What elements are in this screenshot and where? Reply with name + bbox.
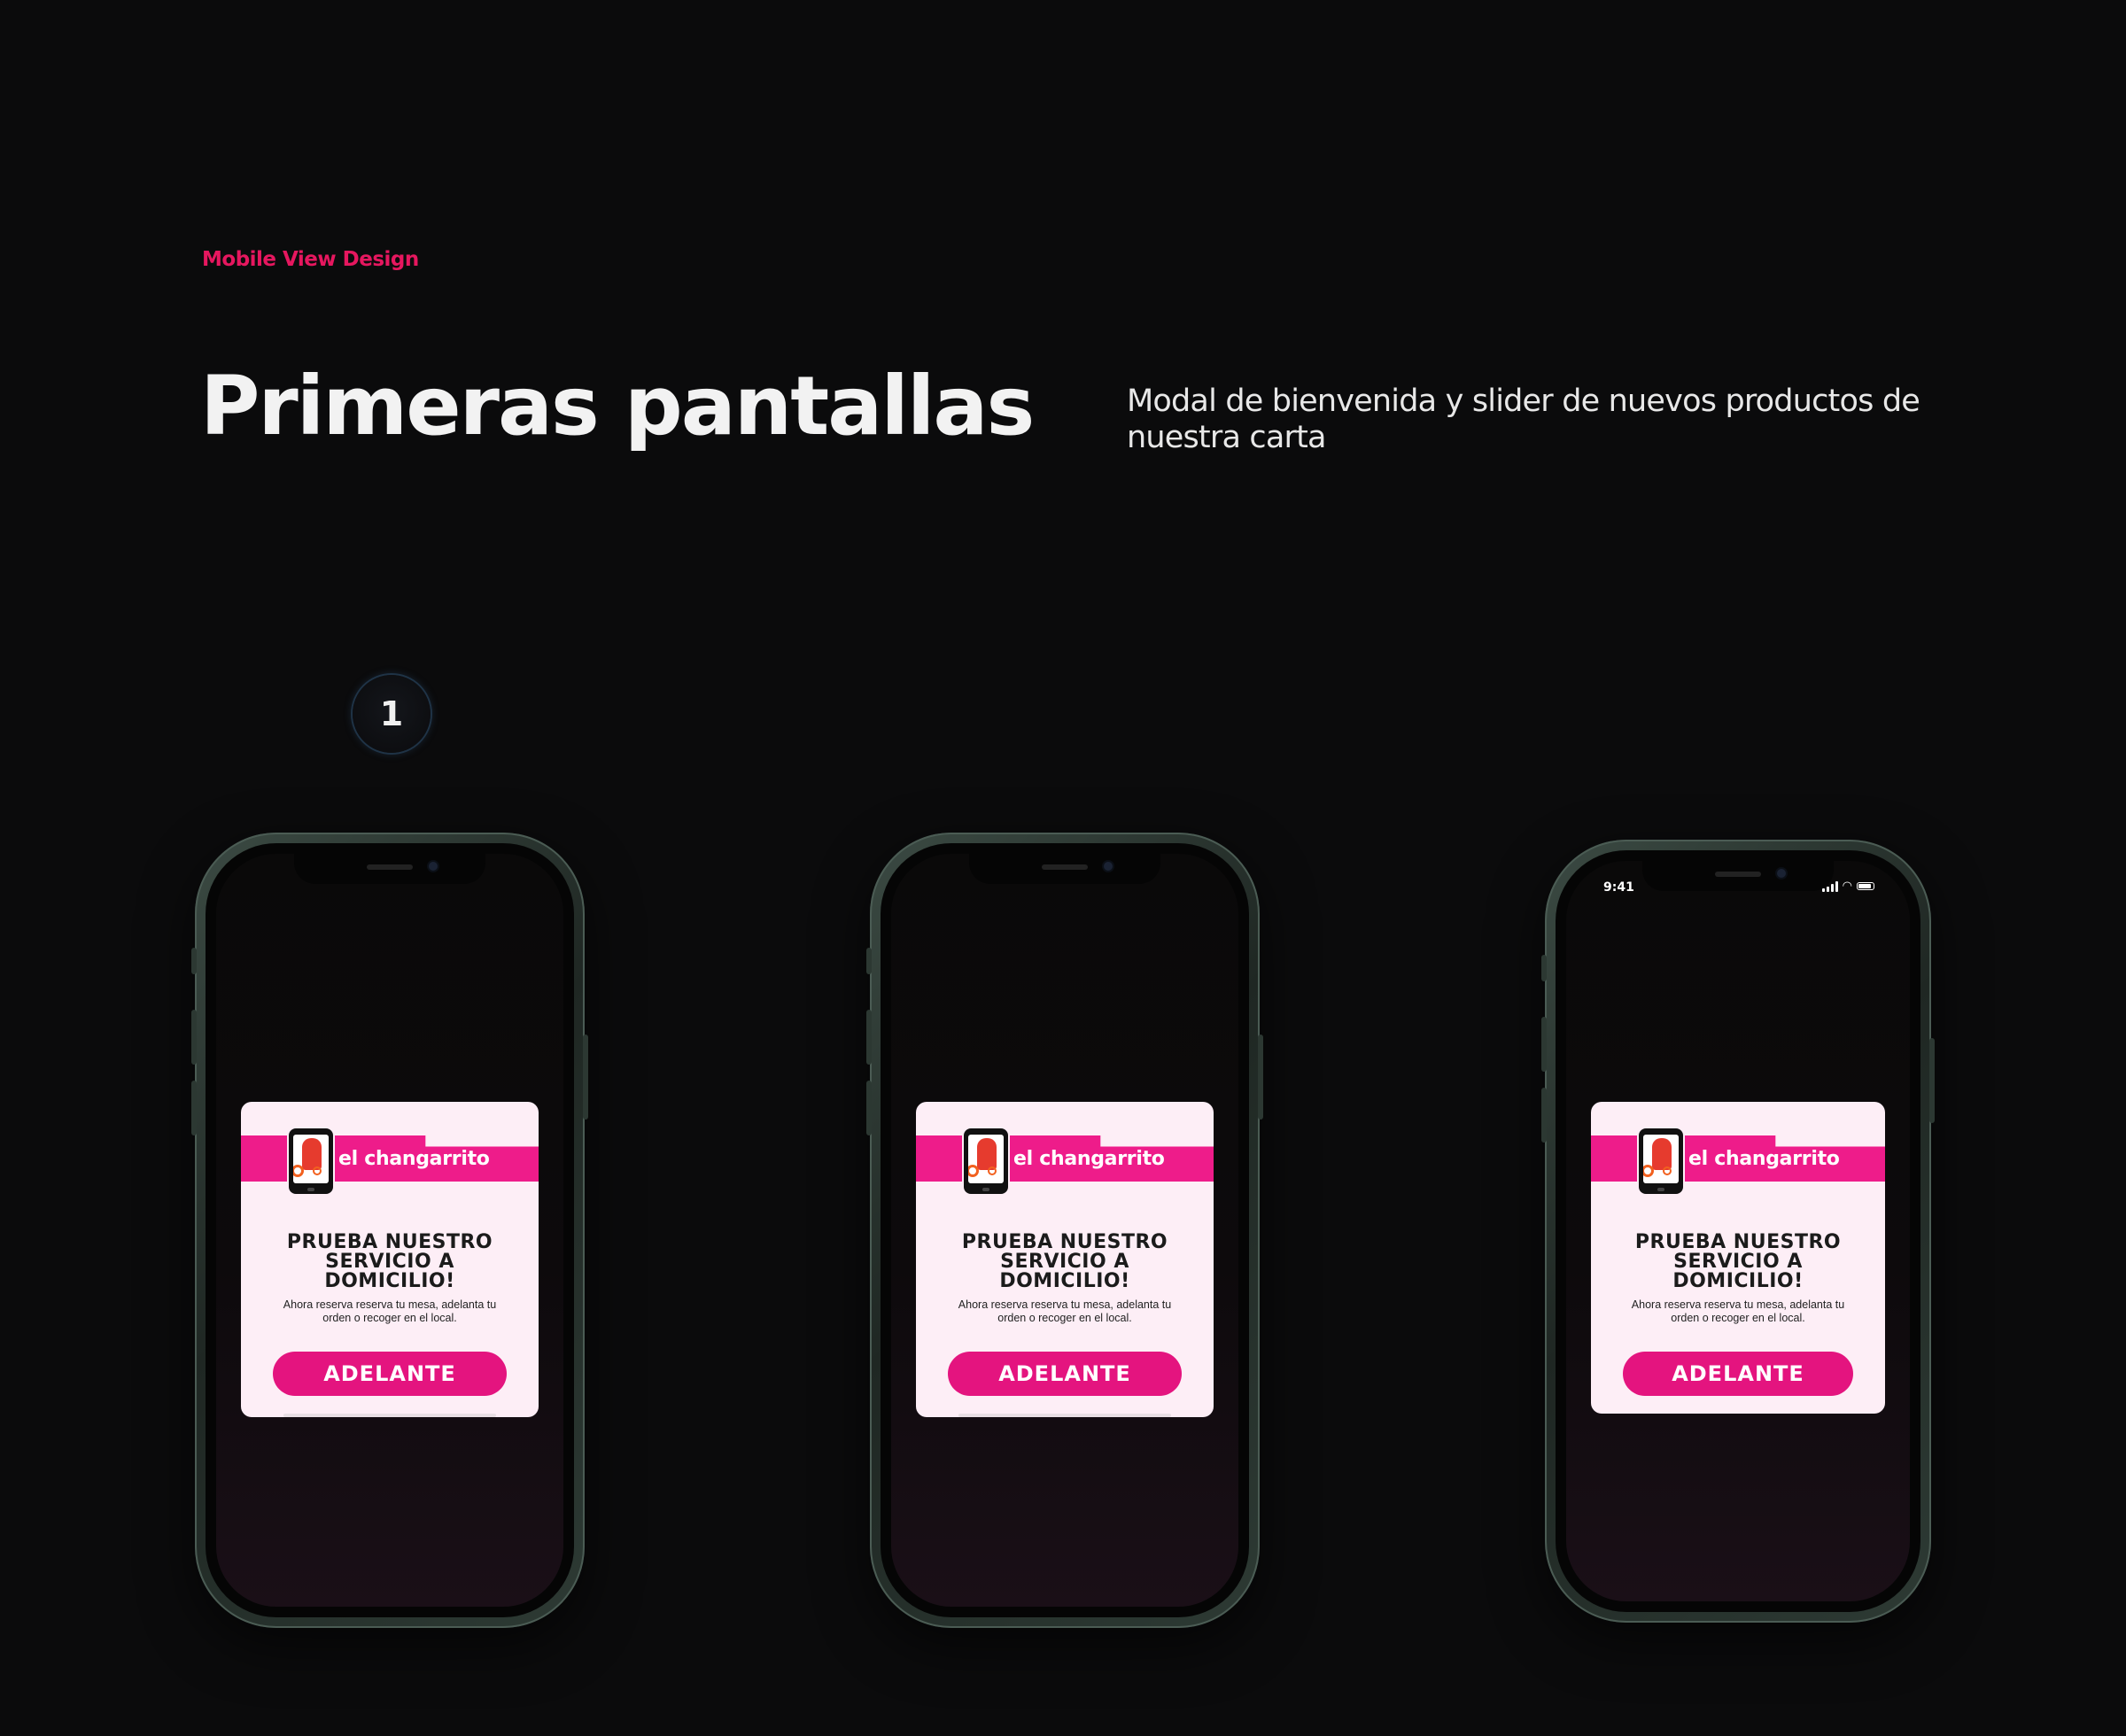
changarrito-logo-icon (964, 1128, 1008, 1194)
step-badge: 1 (353, 675, 431, 753)
front-camera-icon (1104, 862, 1113, 871)
page-subtitle: Modal de bienvenida y slider de nuevos p… (1127, 384, 1920, 455)
phone-screen-2: el changarrito PRUEBA NUESTRO SERVICIO A… (891, 854, 1238, 1607)
brand-name: el changarrito (1013, 1148, 1165, 1170)
changarrito-logo-icon (289, 1128, 333, 1194)
status-icons: ◠ (1821, 880, 1874, 893)
adelante-button[interactable]: ADELANTE (273, 1352, 507, 1396)
status-time: 9:41 (1603, 880, 1634, 895)
speaker (1715, 872, 1761, 877)
brand-name: el changarrito (338, 1148, 490, 1170)
speaker (367, 864, 413, 870)
notch (969, 854, 1160, 884)
welcome-modal: el changarrito PRUEBA NUESTRO SERVICIO A… (916, 1102, 1214, 1417)
modal-body: Ahora reserva reserva tu mesa, adelanta … (1631, 1298, 1845, 1324)
modal-headline: PRUEBA NUESTRO SERVICIO A DOMICILIO! (961, 1231, 1168, 1292)
front-camera-icon (429, 862, 438, 871)
notch (294, 854, 485, 884)
phone-mockup-3: 9:41 ◠ el changarrito PRUEBA NUESTRO SER… (1541, 840, 1935, 1623)
eyebrow-label: Mobile View Design (202, 248, 419, 271)
modal-headline: PRUEBA NUESTRO SERVICIO A DOMICILIO! (286, 1231, 493, 1292)
battery-icon (1857, 882, 1874, 890)
modal-scroll-indicator (283, 1414, 496, 1417)
modal-body: Ahora reserva reserva tu mesa, adelanta … (958, 1298, 1172, 1324)
notch (1642, 861, 1834, 891)
brand-name: el changarrito (1688, 1148, 1840, 1170)
changarrito-logo-icon (1639, 1128, 1683, 1194)
wifi-icon: ◠ (1842, 880, 1852, 893)
adelante-button[interactable]: ADELANTE (1623, 1352, 1853, 1396)
adelante-button[interactable]: ADELANTE (948, 1352, 1182, 1396)
welcome-modal: el changarrito PRUEBA NUESTRO SERVICIO A… (1591, 1102, 1885, 1414)
modal-scroll-indicator (958, 1414, 1171, 1417)
phone-screen-3: 9:41 ◠ el changarrito PRUEBA NUESTRO SER… (1566, 861, 1910, 1601)
modal-headline: PRUEBA NUESTRO SERVICIO A DOMICILIO! (1634, 1231, 1842, 1292)
modal-body: Ahora reserva reserva tu mesa, adelanta … (283, 1298, 497, 1324)
phone-mockup-1: el changarrito PRUEBA NUESTRO SERVICIO A… (191, 833, 588, 1628)
welcome-modal: el changarrito PRUEBA NUESTRO SERVICIO A… (241, 1102, 539, 1417)
front-camera-icon (1777, 869, 1786, 878)
page-title: Primeras pantallas (200, 359, 1035, 453)
signal-icon (1821, 880, 1838, 892)
speaker (1042, 864, 1088, 870)
phone-mockup-2: el changarrito PRUEBA NUESTRO SERVICIO A… (866, 833, 1263, 1628)
phone-screen-1: el changarrito PRUEBA NUESTRO SERVICIO A… (216, 854, 563, 1607)
